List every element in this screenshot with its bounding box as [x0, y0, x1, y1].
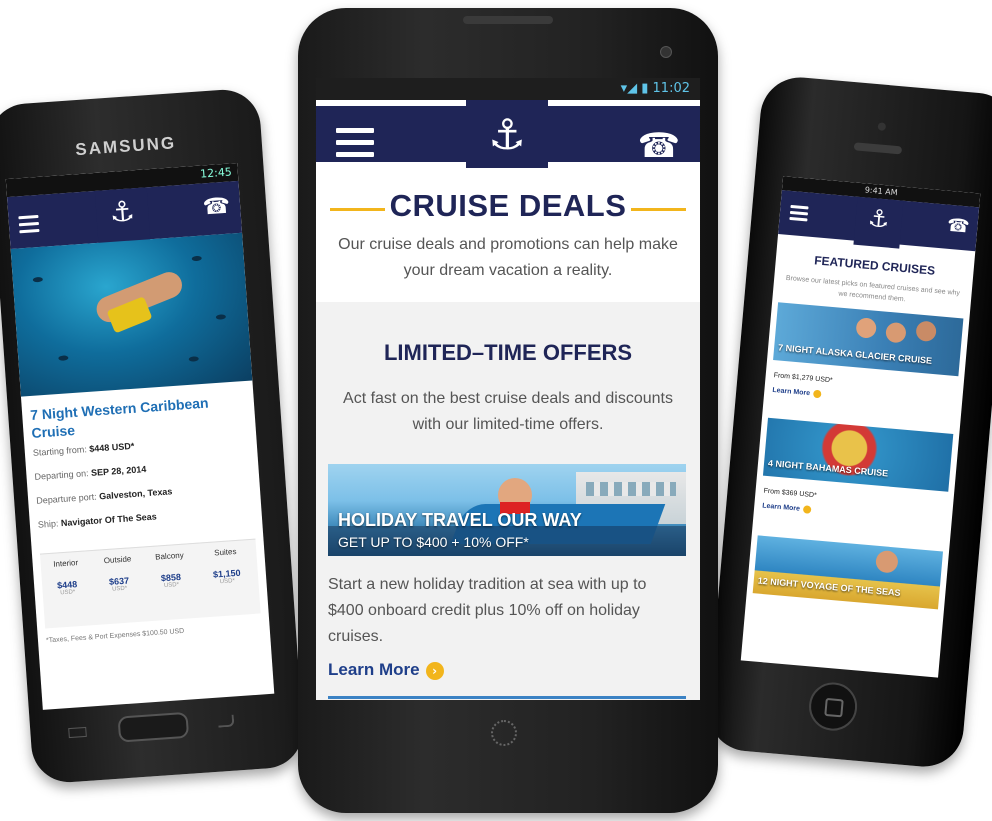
featured-banner-2[interactable]: 4 NIGHT BAHAMAS CRUISE [762, 417, 954, 492]
offers-title: LIMITED–TIME OFFERS [383, 340, 633, 365]
circle-arrow-icon: › [425, 661, 444, 680]
next-item-edge [328, 696, 686, 699]
phone-icon[interactable]: ☎ [202, 194, 231, 221]
home-indicator[interactable] [491, 720, 517, 746]
crown-anchor-logo[interactable]: ⚓ [853, 196, 904, 249]
hamburger-icon[interactable] [789, 204, 809, 225]
left-screen: 12:45 ⚓ ☎ 7 Night Western Caribbean Crui… [5, 162, 275, 710]
featured-price-2: From $369 USD* [763, 487, 817, 500]
circle-arrow-icon [802, 505, 812, 514]
back-key[interactable] [217, 714, 235, 728]
android-phone: ▾◢ ▮ 11:02 ⚓ ☎ CRUISE DEALS Our cruise d… [298, 8, 718, 813]
crown-anchor-logo[interactable]: ⚓ [94, 187, 151, 247]
snorkeler-image [10, 232, 253, 397]
status-time: 9:41 AM [864, 185, 898, 198]
status-time: 11:02 [652, 81, 690, 96]
promo-text: Start a new holiday tradition at sea wit… [328, 576, 647, 645]
hamburger-icon[interactable] [336, 128, 374, 164]
banner-caption: 7 NIGHT ALASKA GLACIER CRUISE [777, 342, 933, 366]
deals-section: CRUISE DEALS Our cruise deals and promot… [316, 168, 700, 302]
featured-banner-1[interactable]: 7 NIGHT ALASKA GLACIER CRUISE [773, 302, 964, 377]
price-interior[interactable]: Interior $448 USD* [40, 557, 92, 597]
iphone: 9:41 AM ⚓ ☎ FEATURED CRUISES Browse our … [705, 74, 992, 770]
phone-icon[interactable]: ☎ [638, 126, 680, 166]
home-button[interactable] [807, 680, 860, 733]
banner-caption: 12 NIGHT VOYAGE OF THE SEAS [757, 575, 901, 598]
holiday-banner[interactable]: HOLIDAY TRAVEL OUR WAY GET UP TO $400 + … [328, 464, 686, 556]
ship: Ship: Navigator Of The Seas [37, 511, 158, 530]
phone-icon[interactable]: ☎ [946, 215, 970, 238]
center-screen: ▾◢ ▮ 11:02 ⚓ ☎ CRUISE DEALS Our cruise d… [316, 78, 700, 700]
banner-subtitle: GET UP TO $400 + 10% OFF* [338, 534, 529, 550]
samsung-phone: SAMSUNG 12:45 ⚓ ☎ 7 Night Western Caribb… [0, 87, 306, 785]
learn-more-link-2[interactable]: Learn More [762, 502, 812, 514]
learn-more-link[interactable]: Learn More › [328, 660, 444, 680]
site-header: ⚓ ☎ [316, 100, 700, 174]
featured-price-1: From $1,279 USD* [773, 372, 833, 385]
front-camera [877, 122, 887, 131]
earpiece [853, 142, 903, 155]
title-rule-right [631, 208, 686, 211]
home-button[interactable] [117, 711, 190, 743]
learn-more-link-1[interactable]: Learn More [772, 386, 822, 399]
samsung-brand: SAMSUNG [74, 133, 177, 160]
banner-caption: 4 NIGHT BAHAMAS CRUISE [767, 457, 889, 479]
deals-subtitle: Our cruise deals and promotions can help… [338, 236, 678, 279]
offers-subtitle: Act fast on the best cruise deals and di… [343, 390, 673, 433]
earpiece [463, 16, 553, 24]
departure-port: Departure port: Galveston, Texas [35, 486, 173, 506]
circle-arrow-icon [812, 389, 822, 399]
deals-title: CRUISE DEALS [389, 188, 627, 223]
crown-anchor-logo[interactable]: ⚓ [466, 100, 548, 174]
featured-banner-3[interactable]: 12 NIGHT VOYAGE OF THE SEAS [752, 535, 944, 610]
departing-on: Departing on: SEP 28, 2014 [34, 464, 147, 482]
price-outside[interactable]: Outside $637 USD* [92, 554, 144, 594]
price-table: Interior $448 USD* Outside $637 USD* Balcony… [39, 538, 261, 629]
price-balcony[interactable]: Balcony $858 USD* [144, 550, 196, 590]
price-suites[interactable]: Suites $1,150 USD* [200, 546, 252, 586]
menu-key[interactable] [68, 726, 87, 739]
status-bar: ▾◢ ▮ 11:02 [316, 78, 700, 100]
hamburger-icon[interactable] [18, 214, 40, 237]
banner-title: HOLIDAY TRAVEL OUR WAY [338, 510, 582, 530]
right-screen: 9:41 AM ⚓ ☎ FEATURED CRUISES Browse our … [740, 176, 981, 678]
status-time: 12:45 [199, 165, 233, 181]
front-camera [660, 46, 672, 58]
